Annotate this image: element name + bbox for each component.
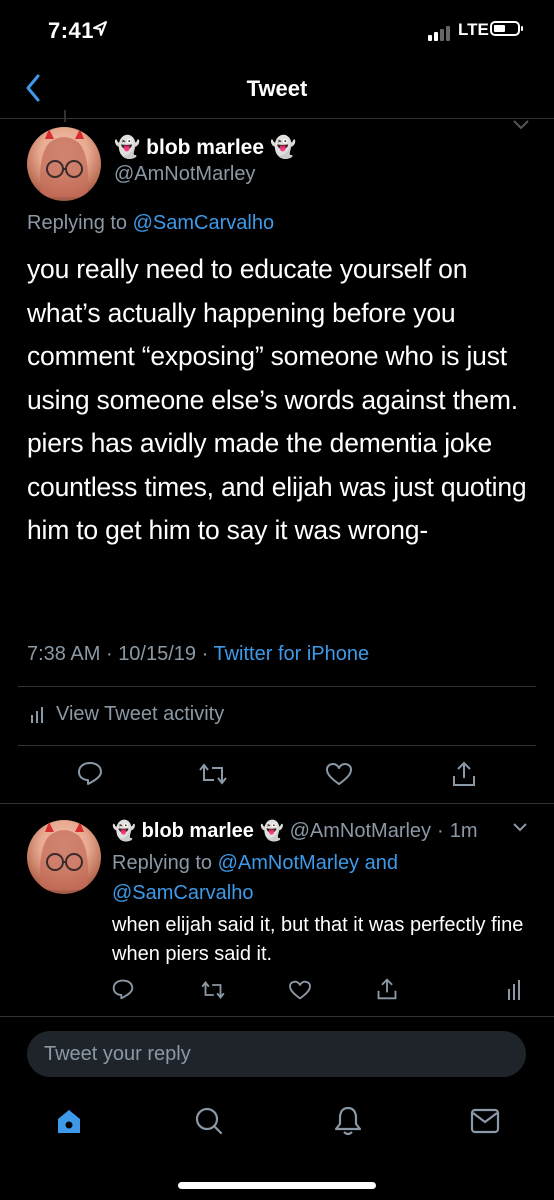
view-activity-button[interactable]: View Tweet activity	[30, 703, 224, 726]
reply-header: 👻 blob marlee 👻 @AmNotMarley · 1m	[112, 819, 478, 843]
reply-author-name[interactable]: blob marlee	[142, 820, 254, 843]
like-icon[interactable]	[325, 762, 353, 786]
reply-placeholder: Tweet your reply	[44, 1043, 191, 1065]
replying-handle-link[interactable]: @AmNotMarley	[218, 852, 359, 874]
thread-line	[64, 110, 66, 122]
divider	[0, 803, 554, 804]
separator: ·	[437, 819, 444, 842]
divider	[18, 745, 536, 746]
network-label: LTE	[458, 20, 489, 39]
tweet-date: 10/15/19	[118, 643, 197, 665]
home-indicator[interactable]	[178, 1182, 376, 1189]
replying-to: Replying to @SamCarvalho	[27, 212, 274, 235]
tweet-time: 7:38 AM	[27, 643, 101, 665]
author-name[interactable]: 👻 blob marlee 👻	[114, 136, 296, 160]
battery-icon	[490, 21, 523, 36]
avatar-face-icon	[40, 129, 88, 197]
replying-handle-link[interactable]: @SamCarvalho	[133, 212, 274, 234]
chevron-down-icon[interactable]	[512, 822, 528, 833]
ghost-emoji: 👻	[112, 821, 136, 842]
ghost-emoji: 👻	[270, 136, 297, 159]
tweet-text: you really need to educate yourself on w…	[27, 254, 527, 545]
avatar[interactable]	[27, 127, 101, 201]
reply-icon[interactable]	[112, 978, 134, 1000]
separator: ·	[201, 643, 209, 665]
share-icon[interactable]	[376, 977, 398, 1001]
analytics-icon	[31, 706, 43, 723]
home-icon[interactable]	[54, 1106, 84, 1136]
retweet-icon[interactable]	[200, 980, 226, 1000]
divider	[0, 1016, 554, 1017]
analytics-icon[interactable]	[507, 980, 521, 1000]
notifications-icon[interactable]	[333, 1104, 363, 1136]
replying-and: and	[364, 852, 398, 874]
avatar-face-icon	[40, 822, 88, 890]
tweet-source-link[interactable]: Twitter for iPhone	[213, 643, 369, 665]
ghost-emoji: 👻	[259, 821, 284, 842]
status-time: 7:41	[48, 18, 95, 43]
like-icon[interactable]	[288, 980, 312, 1000]
messages-icon[interactable]	[470, 1108, 500, 1134]
location-arrow-icon	[93, 21, 107, 36]
replying-handle-link[interactable]: @SamCarvalho	[112, 882, 253, 904]
signal-strength-icon	[428, 26, 450, 41]
replying-prefix: Replying to	[112, 852, 213, 874]
share-icon[interactable]	[451, 760, 477, 788]
separator: ·	[105, 643, 113, 665]
tweet-timestamp: 7:38 AM · 10/15/19 · Twitter for iPhone	[27, 643, 369, 666]
divider	[18, 686, 536, 687]
reply-icon[interactable]	[77, 760, 103, 786]
author-name-text: blob marlee	[146, 136, 265, 159]
header-divider	[0, 118, 554, 119]
author-handle[interactable]: @AmNotMarley	[114, 163, 255, 186]
reply-text: when elijah said it, but that it was per…	[112, 914, 524, 965]
chevron-down-icon[interactable]	[512, 119, 530, 131]
replying-prefix: Replying to	[27, 212, 128, 234]
ghost-emoji: 👻	[114, 136, 141, 159]
retweet-icon[interactable]	[198, 762, 228, 786]
view-activity-label: View Tweet activity	[56, 703, 225, 725]
page-title: Tweet	[246, 76, 308, 101]
reply-replying-to: Replying to @AmNotMarley and @SamCarvalh…	[112, 848, 532, 908]
reply-author-handle[interactable]: @AmNotMarley	[290, 820, 431, 843]
reply-age: 1m	[449, 819, 478, 842]
search-icon[interactable]	[194, 1106, 224, 1136]
avatar[interactable]	[27, 820, 101, 894]
